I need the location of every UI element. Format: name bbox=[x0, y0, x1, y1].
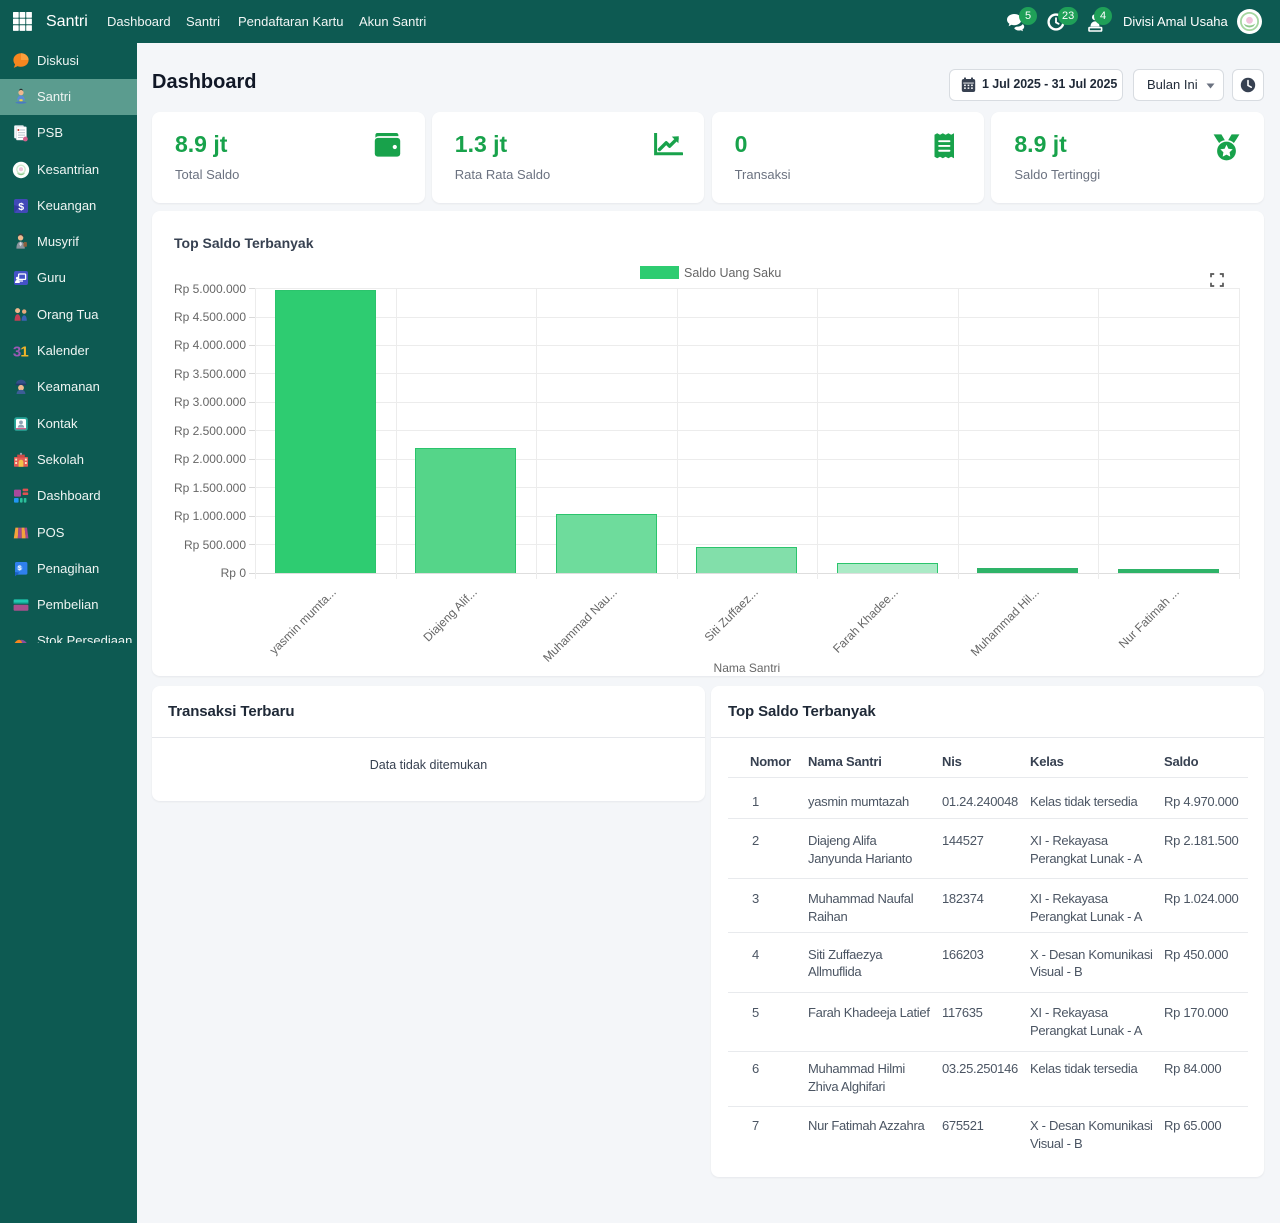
svg-text:$: $ bbox=[18, 565, 22, 572]
svg-text:1: 1 bbox=[20, 344, 28, 360]
svg-text:$: $ bbox=[18, 201, 24, 213]
